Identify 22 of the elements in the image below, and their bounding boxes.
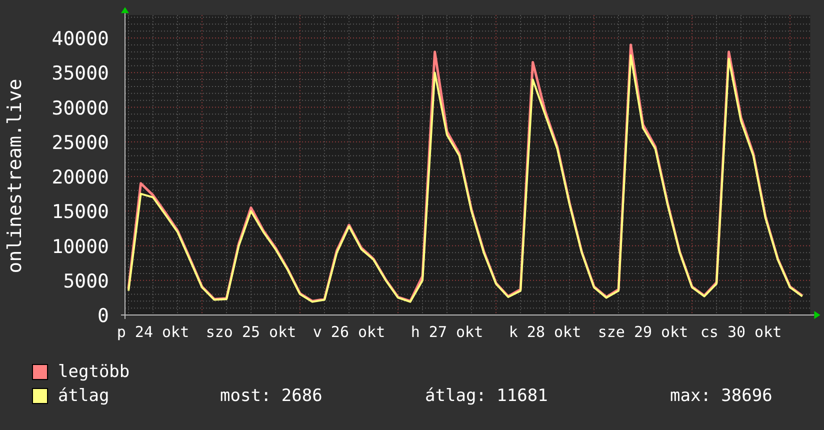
legend-stat: átlag: 11681 — [425, 386, 549, 406]
y-tick-label: 30000 — [52, 97, 109, 120]
y-tick-label: 20000 — [52, 166, 109, 188]
legend-stat: max: 38696 — [670, 386, 774, 406]
legend-label: átlag — [58, 386, 110, 406]
y-tick-label: 35000 — [52, 62, 109, 85]
legend-label: legtöbb — [58, 362, 131, 382]
x-tick-label: cs 30 okt — [700, 323, 782, 341]
y-tick-label: 25000 — [52, 132, 109, 154]
y-tick-label: 40000 — [52, 28, 109, 50]
x-tick-label: v 26 okt — [312, 323, 386, 341]
x-tick-label: szo 25 okt — [206, 323, 296, 341]
x-tick-label: p 24 okt — [116, 323, 190, 341]
x-tick-label: sze 29 okt — [598, 323, 688, 341]
legend-stat: most: 2686 — [220, 386, 324, 406]
x-tick-label: h 27 okt — [410, 323, 484, 341]
y-tick-label: 10000 — [52, 236, 109, 258]
y-axis-title: onlinestream.live — [4, 78, 26, 274]
y-tick-label: 15000 — [52, 201, 109, 224]
y-tick-label: 0 — [98, 305, 109, 327]
x-tick-label: k 28 okt — [508, 323, 582, 341]
y-tick-label: 5000 — [63, 270, 109, 292]
